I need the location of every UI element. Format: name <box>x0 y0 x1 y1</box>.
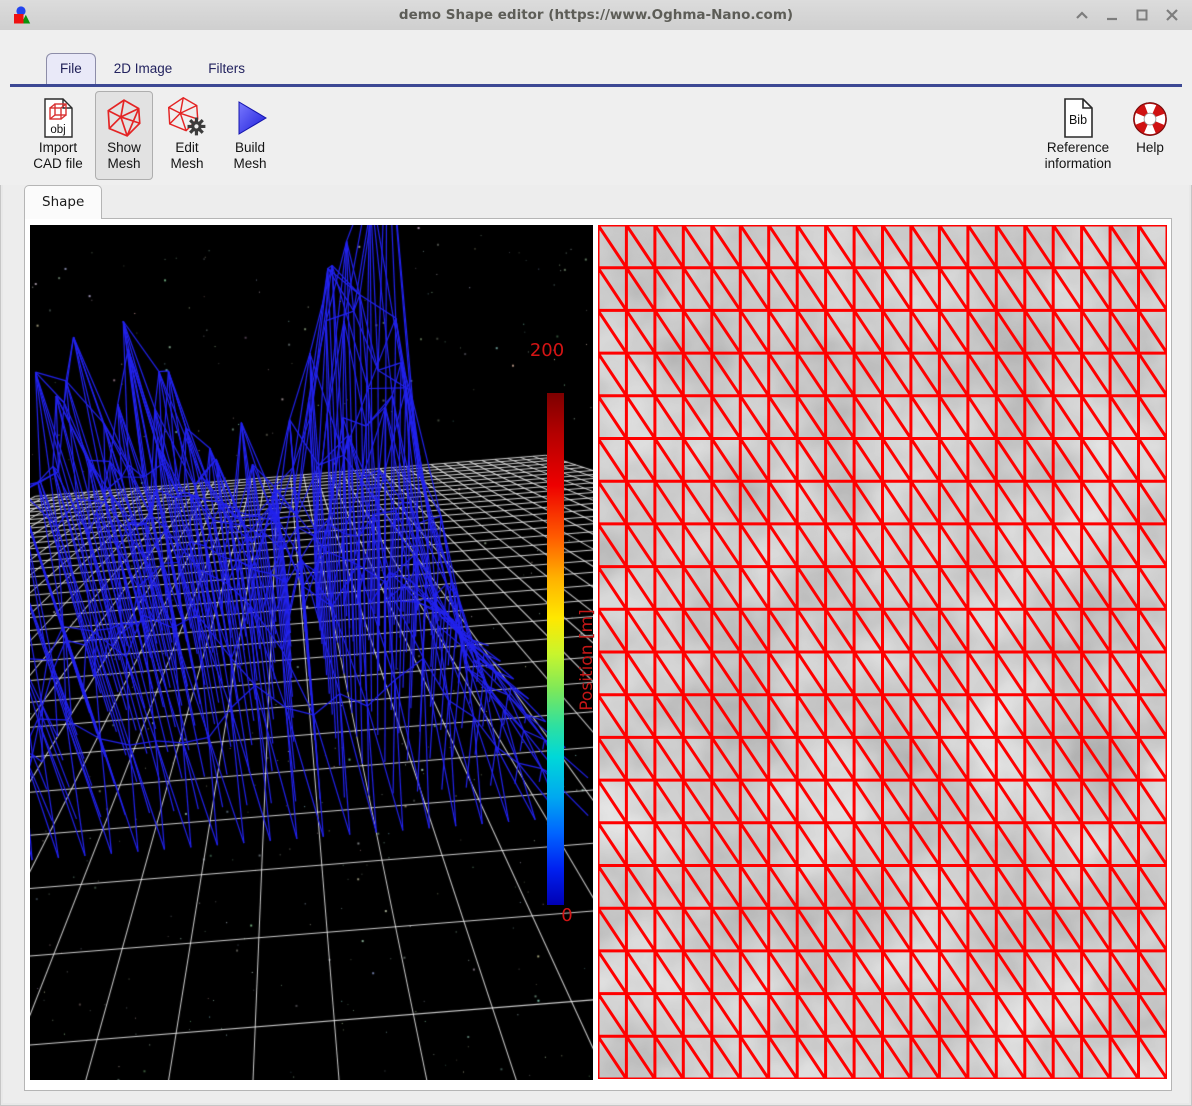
maximize-button[interactable] <box>1130 4 1154 26</box>
svg-text:obj: obj <box>50 124 65 136</box>
minimize-icon <box>1102 8 1122 22</box>
application-window: { "window": { "title": "demo Shape edito… <box>0 0 1192 1106</box>
window-controls <box>1070 0 1184 30</box>
colorbar-max-label: 200 <box>517 340 577 361</box>
colorbar-axis-label: Position [m] <box>577 609 597 710</box>
tool-label: Build Mesh <box>225 140 275 172</box>
gear-icon <box>188 117 206 135</box>
edit-mesh-button[interactable]: Edit Mesh <box>158 91 216 180</box>
tab-file[interactable]: File <box>46 53 96 84</box>
tool-label: Edit Mesh <box>162 140 212 172</box>
tool-label: Import CAD file <box>30 140 86 172</box>
close-icon <box>1162 8 1182 22</box>
colorbar <box>547 393 564 905</box>
show-mesh-icon <box>103 96 145 140</box>
edit-mesh-icon <box>166 96 208 140</box>
close-button[interactable] <box>1160 4 1184 26</box>
title-bar: demo Shape editor (https://www.Oghma-Nan… <box>0 0 1192 31</box>
build-mesh-icon <box>230 96 270 140</box>
bib-document-icon: Bib <box>1059 96 1097 140</box>
main-tab-bar: File 2D Image Filters <box>0 30 1192 87</box>
mesh-grid-lines <box>598 225 1167 1079</box>
chevron-up-icon <box>1072 8 1092 22</box>
viewer-3d-panel[interactable]: 200 0 Position [m] <box>30 225 593 1080</box>
lifebuoy-icon <box>1129 96 1171 140</box>
tab-filters[interactable]: Filters <box>190 53 263 84</box>
toolbar: obj Import CAD file Show Mesh <box>0 87 1192 185</box>
shade-button[interactable] <box>1070 4 1094 26</box>
window-title: demo Shape editor (https://www.Oghma-Nan… <box>0 0 1192 30</box>
tab-shape[interactable]: Shape <box>24 185 102 219</box>
obj-file-icon: obj <box>38 96 78 140</box>
tool-label: Reference information <box>1039 140 1117 172</box>
help-button[interactable]: Help <box>1126 91 1174 164</box>
tool-label: Help <box>1136 140 1164 156</box>
build-mesh-button[interactable]: Build Mesh <box>221 91 279 180</box>
minimize-button[interactable] <box>1100 4 1124 26</box>
mesh-2d-view[interactable] <box>598 225 1167 1079</box>
tool-label: Show Mesh <box>99 140 149 172</box>
mesh-2d-panel[interactable] <box>598 225 1167 1079</box>
shape-page: 200 0 Position [m] <box>24 218 1172 1091</box>
svg-text:Bib: Bib <box>1069 113 1087 127</box>
tab-2d-image[interactable]: 2D Image <box>96 53 191 84</box>
maximize-icon <box>1132 8 1152 22</box>
show-mesh-button[interactable]: Show Mesh <box>95 91 153 180</box>
reference-information-button[interactable]: Bib Reference information <box>1035 91 1121 180</box>
import-cad-file-button[interactable]: obj Import CAD file <box>26 91 90 180</box>
colorbar-min-label: 0 <box>547 905 587 926</box>
viewer-3d-canvas[interactable] <box>30 225 593 1080</box>
